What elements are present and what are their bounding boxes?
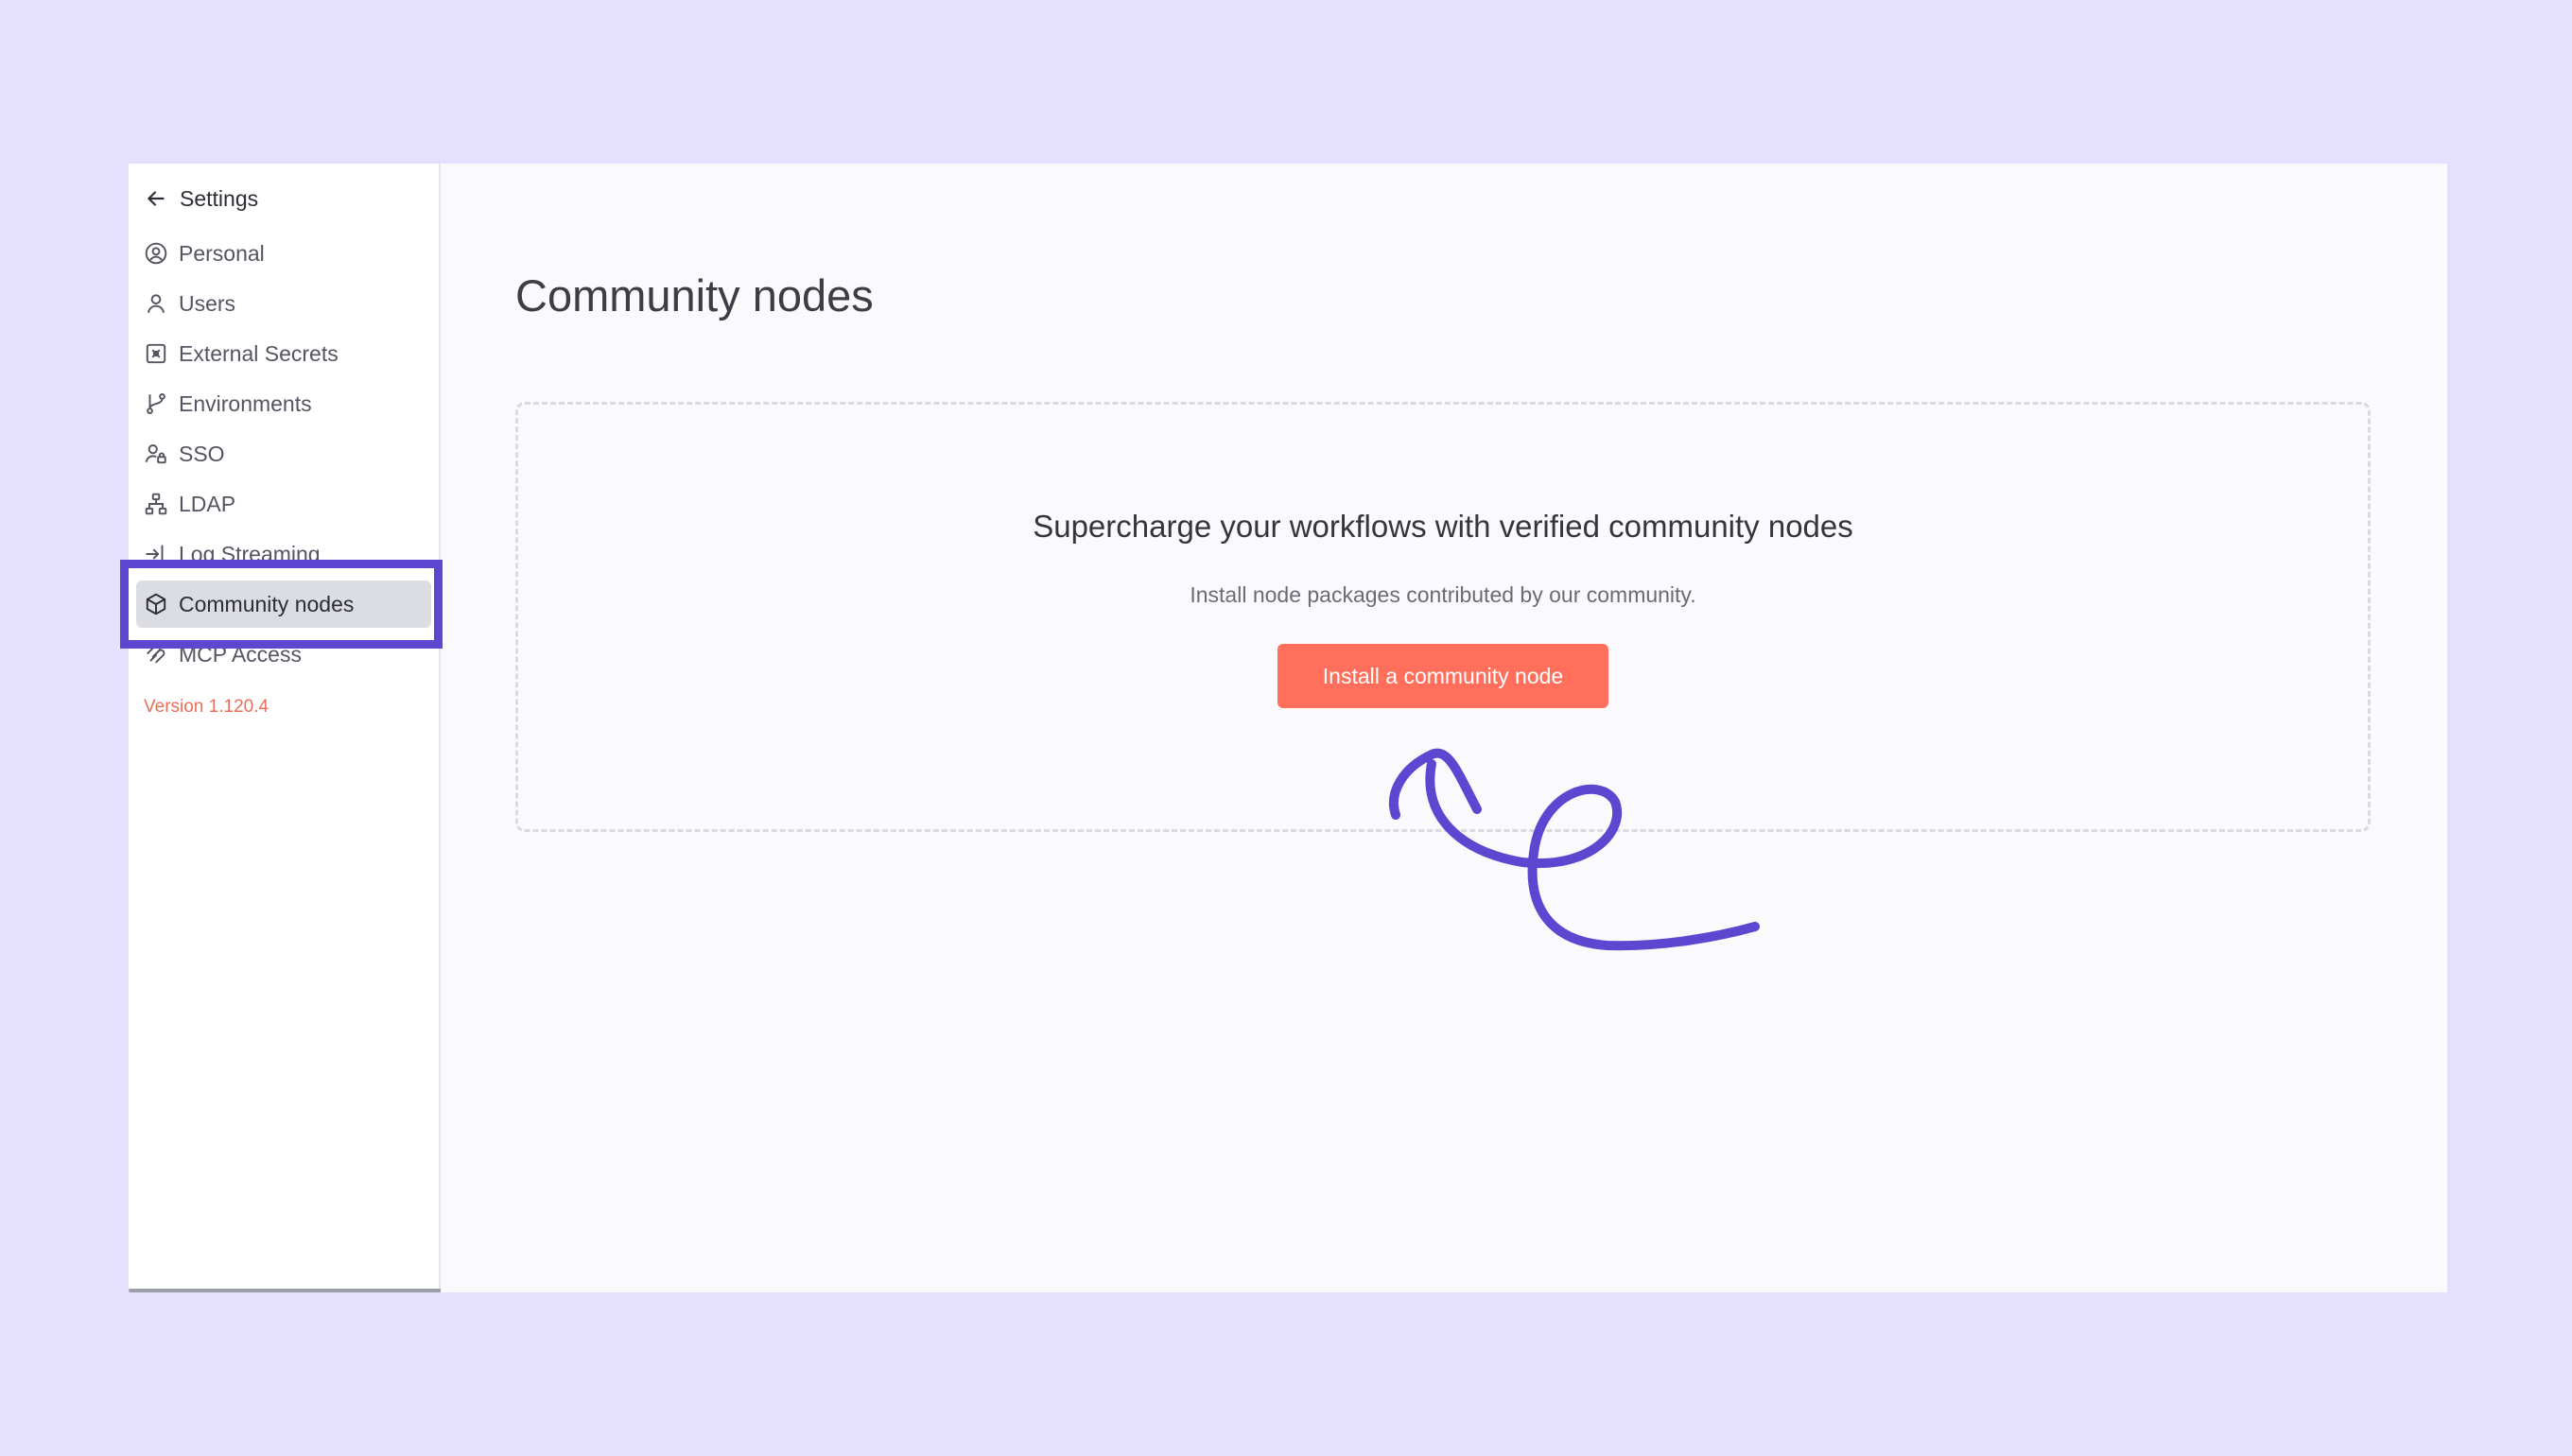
sidebar-item-label: MCP Access [179,641,302,667]
sidebar-item-label: Users [179,290,236,316]
page-title: Community nodes [515,270,874,321]
user-circle-icon [145,242,167,265]
sidebar-item-personal[interactable]: Personal [136,230,431,277]
git-branch-icon [147,393,165,414]
network-icon [145,493,167,515]
empty-state-card: Supercharge your workflows with verified… [515,402,2371,832]
empty-state-description: Install node packages contributed by our… [1190,582,1696,607]
settings-menu: Personal Users External Secrets Environm… [129,230,439,678]
sign-in-icon [146,545,164,563]
sidebar-item-external-secrets[interactable]: External Secrets [136,330,431,377]
sidebar-item-community-nodes[interactable]: Community nodes [136,581,431,628]
sidebar-item-label: Log Streaming [179,541,321,566]
sidebar-item-environments[interactable]: Environments [136,380,431,427]
sidebar-item-users[interactable]: Users [136,280,431,327]
sidebar-item-label: External Secrets [179,340,339,366]
settings-window: Settings Personal Users External Secrets… [129,164,2447,1292]
vault-icon [146,343,166,364]
sidebar-item-log-streaming[interactable]: Log Streaming [136,530,431,578]
sidebar-item-label: Personal [179,240,265,266]
main-content: Community nodes Supercharge your workflo… [441,164,2447,1292]
sidebar-item-label: Environments [179,390,312,416]
back-to-settings[interactable]: Settings [129,175,439,222]
user-lock-icon [145,444,166,464]
sidebar-item-ldap[interactable]: LDAP [136,480,431,528]
install-community-node-button[interactable]: Install a community node [1277,644,1608,708]
arrow-left-icon [148,191,165,206]
settings-sidebar: Settings Personal Users External Secrets… [129,164,734,1292]
mcp-icon [147,644,165,664]
sidebar-item-sso[interactable]: SSO [136,430,431,477]
sidebar-item-label: LDAP [179,491,236,516]
cube-icon [146,593,166,615]
version-label: Version 1.120.4 [144,697,269,717]
sidebar-item-mcp-access[interactable]: MCP Access [136,631,431,678]
settings-label: Settings [180,185,259,211]
empty-state-heading: Supercharge your workflows with verified… [1033,509,1853,544]
user-icon [147,294,165,313]
sidebar-item-label: Community nodes [179,591,355,616]
sidebar-item-label: SSO [179,441,225,466]
